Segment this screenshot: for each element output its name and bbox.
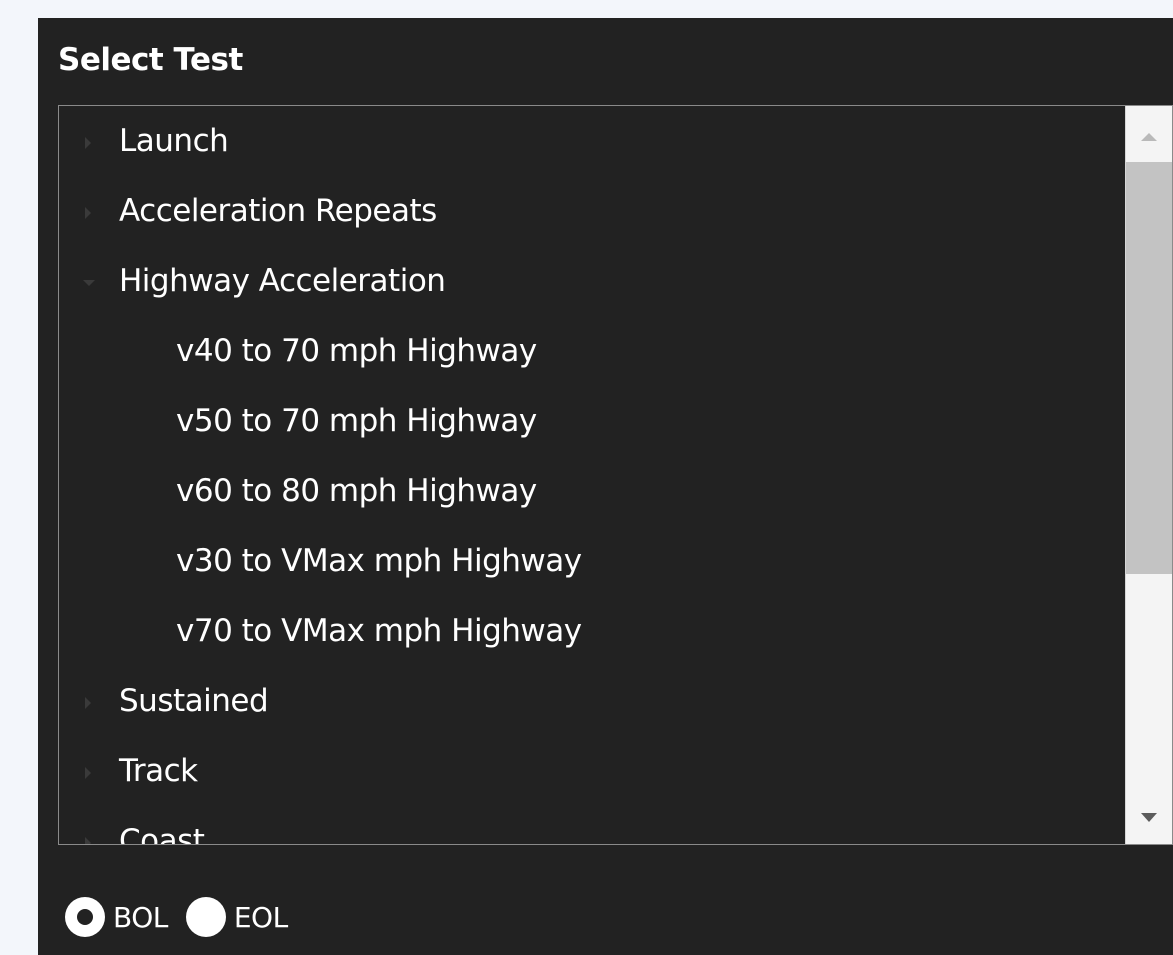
tree-item-label: Sustained (119, 683, 269, 719)
collapsed-arrow-icon[interactable] (85, 207, 91, 219)
tree-item-v40-to-70[interactable]: v40 to 70 mph Highway (59, 316, 1125, 386)
tree-item-label: v30 to VMax mph Highway (176, 543, 582, 579)
radio-option-eol[interactable]: EOL (185, 897, 288, 937)
tree-item-label: Highway Acceleration (119, 263, 446, 299)
tree-item-label: v50 to 70 mph Highway (176, 403, 537, 439)
radio-option-bol[interactable]: BOL (65, 897, 168, 937)
radio-button-unchecked-icon[interactable] (185, 897, 226, 937)
tree-item-launch[interactable]: Launch (59, 106, 1125, 176)
tree-item-label: Acceleration Repeats (119, 193, 437, 229)
tree-item-label: v70 to VMax mph Highway (176, 613, 582, 649)
select-test-panel: Select Test Launch Acceleration Repeats … (38, 18, 1173, 955)
tree-item-v70-to-vmax[interactable]: v70 to VMax mph Highway (59, 596, 1125, 666)
test-tree-view[interactable]: Launch Acceleration Repeats Highway Acce… (58, 105, 1173, 845)
test-tree-list: Launch Acceleration Repeats Highway Acce… (59, 106, 1125, 844)
lifecycle-radio-group: BOL EOL (65, 894, 306, 940)
tree-item-label: Coast (119, 823, 205, 844)
tree-item-track[interactable]: Track (59, 736, 1125, 806)
vertical-scrollbar[interactable] (1125, 106, 1172, 844)
tree-item-sustained[interactable]: Sustained (59, 666, 1125, 736)
tree-item-v60-to-80[interactable]: v60 to 80 mph Highway (59, 456, 1125, 526)
collapsed-arrow-icon[interactable] (85, 137, 91, 149)
collapsed-arrow-icon[interactable] (85, 767, 91, 779)
tree-item-label: v60 to 80 mph Highway (176, 473, 537, 509)
tree-item-coast[interactable]: Coast (59, 806, 1125, 844)
tree-item-highway-acceleration[interactable]: Highway Acceleration (59, 246, 1125, 316)
panel-title: Select Test (58, 42, 243, 78)
tree-item-acceleration-repeats[interactable]: Acceleration Repeats (59, 176, 1125, 246)
collapsed-arrow-icon[interactable] (85, 837, 91, 844)
expanded-arrow-icon[interactable] (83, 280, 95, 286)
tree-item-label: Launch (119, 123, 229, 159)
tree-item-label: Track (119, 753, 198, 789)
scroll-up-arrow-icon[interactable] (1141, 133, 1157, 141)
tree-item-v50-to-70[interactable]: v50 to 70 mph Highway (59, 386, 1125, 456)
tree-item-v30-to-vmax[interactable]: v30 to VMax mph Highway (59, 526, 1125, 596)
radio-label: EOL (233, 900, 288, 934)
scroll-down-arrow-icon[interactable] (1141, 813, 1157, 822)
radio-button-checked-icon[interactable] (65, 897, 105, 937)
tree-item-label: v40 to 70 mph Highway (176, 333, 537, 369)
scrollbar-thumb[interactable] (1126, 162, 1172, 574)
radio-label: BOL (113, 900, 168, 934)
collapsed-arrow-icon[interactable] (85, 697, 91, 709)
